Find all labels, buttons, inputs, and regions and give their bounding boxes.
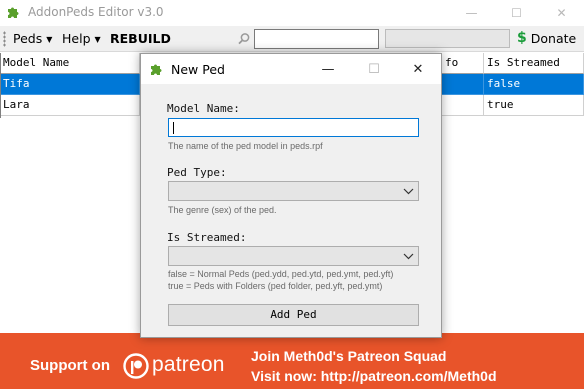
patreon-logo-icon	[123, 353, 149, 379]
model-name-label: Model Name:	[167, 102, 240, 115]
is-streamed-hint-normal: false = Normal Peds (ped.ydd, ped.ytd, p…	[168, 269, 394, 279]
menu-peds-label: Peds	[13, 31, 43, 46]
text-caret	[173, 122, 174, 134]
banner-line2: Visit now: http://patreon.com/Meth0d	[251, 368, 497, 384]
banner-line1: Join Meth0d's Patreon Squad	[251, 348, 447, 364]
model-name-field[interactable]	[168, 118, 419, 137]
banner-brand-text: patreon	[152, 353, 225, 376]
main-titlebar: AddonPeds Editor v3.0 — ☐ ✕	[0, 0, 584, 25]
progress-bar	[385, 29, 510, 48]
column-header-model-name[interactable]: Model Name	[0, 53, 140, 74]
dialog-titlebar[interactable]: New Ped — ☐ ✕	[141, 54, 441, 84]
dollar-icon: $	[517, 30, 527, 46]
puzzle-icon	[8, 7, 19, 18]
dialog-title: New Ped	[171, 62, 225, 77]
cell-model-name: Tifa	[0, 74, 140, 95]
column-header-info[interactable]: fo	[442, 53, 484, 74]
ped-type-hint: The genre (sex) of the ped.	[168, 205, 277, 215]
menu-peds[interactable]: Peds ▼	[13, 31, 52, 46]
close-button[interactable]: ✕	[539, 0, 584, 25]
minimize-button[interactable]: —	[449, 0, 494, 25]
grid-frame	[0, 53, 1, 118]
menu-help-label: Help	[62, 31, 91, 46]
column-header-is-streamed[interactable]: Is Streamed	[484, 53, 584, 74]
add-ped-button[interactable]: Add Ped	[168, 304, 419, 326]
menu-help[interactable]: Help ▼	[62, 31, 101, 46]
is-streamed-label: Is Streamed:	[167, 231, 247, 244]
search-icon	[238, 33, 250, 45]
search-input[interactable]	[254, 29, 379, 49]
new-ped-dialog: New Ped — ☐ ✕ Model Name: The name of th…	[140, 53, 442, 338]
dialog-close-button[interactable]: ✕	[395, 54, 441, 84]
donate-label: Donate	[530, 30, 577, 46]
is-streamed-select[interactable]	[168, 246, 419, 266]
dialog-minimize-button[interactable]: —	[305, 54, 351, 84]
maximize-button[interactable]: ☐	[494, 0, 539, 25]
cell-is-streamed: false	[484, 74, 584, 95]
ped-type-label: Ped Type:	[167, 166, 227, 179]
cell-model-name: Lara	[0, 95, 140, 116]
banner-support-text: Support on	[30, 357, 110, 374]
ped-type-select[interactable]	[168, 181, 419, 201]
chevron-down-icon: ▼	[94, 35, 101, 44]
cell-info	[442, 95, 484, 116]
patreon-banner[interactable]: Support on patreon Join Meth0d's Patreon…	[0, 333, 584, 389]
model-name-hint: The name of the ped model in peds.rpf	[168, 141, 323, 151]
rebuild-button[interactable]: REBUILD	[110, 31, 171, 46]
toolbar-grip[interactable]	[3, 31, 6, 47]
window-title: AddonPeds Editor v3.0	[28, 5, 164, 19]
is-streamed-hint-folders: true = Peds with Folders (ped folder, pe…	[168, 281, 383, 291]
chevron-down-icon	[403, 253, 414, 260]
cell-is-streamed: true	[484, 95, 584, 116]
cell-info	[442, 74, 484, 95]
donate-button[interactable]: $ Donate	[517, 30, 576, 46]
dialog-maximize-button: ☐	[368, 61, 380, 77]
chevron-down-icon	[403, 188, 414, 195]
chevron-down-icon: ▼	[46, 35, 53, 44]
puzzle-icon	[151, 64, 162, 75]
